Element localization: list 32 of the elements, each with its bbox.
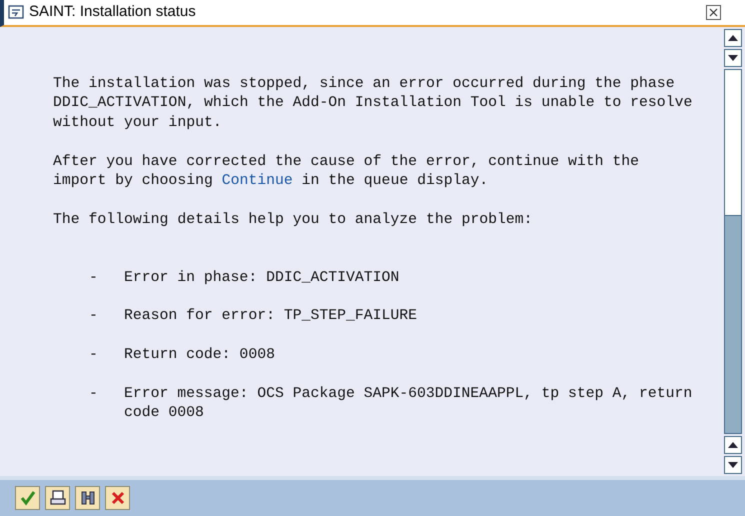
bullet-dash: -: [89, 307, 99, 326]
check-icon: [18, 489, 36, 507]
detail-text: Error in phase: DDIC_ACTIVATION: [124, 268, 400, 288]
printer-button[interactable]: [45, 486, 70, 510]
up-arrow-icon: [728, 442, 738, 448]
check-button[interactable]: [15, 486, 40, 510]
bullet-dash: -: [89, 385, 99, 404]
down-arrow-icon: [728, 55, 738, 61]
scroll-up-button[interactable]: [724, 436, 742, 454]
close-button[interactable]: [706, 5, 721, 20]
printer-icon: [48, 489, 66, 507]
bullet-dash: -: [89, 346, 99, 366]
message-paragraph: After you have corrected the cause of the error, continue with the import by choosing Continue in the queue display.: [53, 152, 640, 192]
window-icon: [8, 5, 25, 20]
continue-link[interactable]: Continue: [222, 173, 293, 190]
message-paragraph: The following details help you to analyze the problem:: [53, 210, 534, 230]
binoculars-icon: [78, 489, 96, 507]
scroll-up-button[interactable]: [724, 29, 742, 47]
scroll-down-button[interactable]: [724, 456, 742, 474]
close-icon: [709, 8, 718, 17]
down-arrow-icon: [728, 462, 738, 468]
binoculars-button[interactable]: [75, 486, 100, 510]
bullet-dash: -: [89, 268, 99, 288]
scroll-down-button[interactable]: [724, 49, 742, 67]
detail-text: Reason for error: TP_STEP_FAILURE: [124, 307, 418, 326]
scrollbar-thumb[interactable]: [725, 215, 741, 433]
window-title: SAINT: Installation status: [29, 2, 196, 22]
detail-text: Error message: OCS Package SAPK-603DDINEAAPPL, tp step A, return code 0008: [124, 385, 694, 424]
up-arrow-icon: [728, 35, 738, 41]
cancel-button[interactable]: [105, 486, 130, 510]
message-paragraph: The installation was stopped, since an error occurred during the phase DDIC_ACTIVATION, which the Add-On Installation Tool is unable to resolve without your input.: [53, 75, 694, 133]
detail-text: Return code: 0008: [124, 346, 276, 366]
